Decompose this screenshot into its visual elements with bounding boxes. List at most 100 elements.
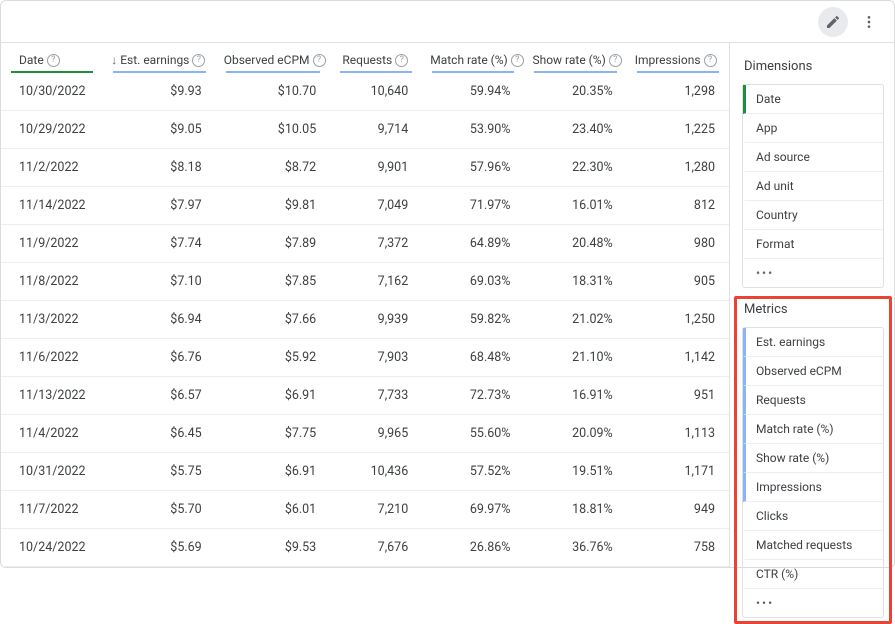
cell-date: 11/3/2022	[1, 301, 103, 339]
column-label: Requests	[342, 53, 392, 67]
cell-req: 7,210	[330, 491, 422, 529]
cell-req: 9,901	[330, 149, 422, 187]
report-table: Date?↓Est. earnings?Observed eCPM?Reques…	[1, 43, 730, 567]
help-icon[interactable]: ?	[511, 54, 524, 67]
cell-req: 7,162	[330, 263, 422, 301]
cell-ecpm: $9.81	[216, 187, 331, 225]
help-icon[interactable]: ?	[609, 54, 622, 67]
help-icon[interactable]: ?	[704, 54, 717, 67]
cell-ecpm: $9.53	[216, 529, 331, 567]
cell-date: 11/4/2022	[1, 415, 103, 453]
metric-item[interactable]: Matched requests	[743, 531, 883, 560]
cell-show: 19.51%	[524, 453, 626, 491]
column-header[interactable]: Requests?	[330, 43, 422, 73]
cell-earn: $7.74	[103, 225, 215, 263]
cell-impr: 1,250	[627, 301, 729, 339]
dimension-item[interactable]: Ad source	[743, 143, 883, 172]
cell-earn: $6.45	[103, 415, 215, 453]
table-row[interactable]: 11/7/2022$5.70$6.017,21069.97%18.81%949	[1, 491, 729, 529]
cell-date: 11/13/2022	[1, 377, 103, 415]
table-row[interactable]: 11/4/2022$6.45$7.759,96555.60%20.09%1,11…	[1, 415, 729, 453]
table-row[interactable]: 11/14/2022$7.97$9.817,04971.97%16.01%812	[1, 187, 729, 225]
dimension-item[interactable]: Format	[743, 230, 883, 259]
table-row[interactable]: 11/2/2022$8.18$8.729,90157.96%22.30%1,28…	[1, 149, 729, 187]
dimension-item[interactable]: App	[743, 114, 883, 143]
metric-item[interactable]: Match rate (%)	[743, 415, 883, 444]
cell-req: 9,939	[330, 301, 422, 339]
cell-req: 10,640	[330, 73, 422, 111]
column-label: Date	[19, 53, 44, 67]
cell-ecpm: $7.89	[216, 225, 331, 263]
column-header[interactable]: Match rate (%)?	[422, 43, 524, 73]
cell-match: 26.86%	[422, 529, 524, 567]
metric-item[interactable]: Impressions	[743, 473, 883, 502]
metric-item[interactable]: Observed eCPM	[743, 357, 883, 386]
metric-item[interactable]: Clicks	[743, 502, 883, 531]
column-label: Est. earnings	[120, 53, 189, 67]
metrics-heading: Metrics	[744, 302, 884, 317]
table-row[interactable]: 10/30/2022$9.93$10.7010,64059.94%20.35%1…	[1, 73, 729, 111]
sort-arrow-icon: ↓	[111, 53, 117, 67]
cell-show: 36.76%	[524, 529, 626, 567]
column-label: Observed eCPM	[224, 53, 310, 67]
column-header[interactable]: Show rate (%)?	[524, 43, 626, 73]
metric-item[interactable]: Requests	[743, 386, 883, 415]
table-row[interactable]: 10/24/2022$5.69$9.537,67626.86%36.76%758	[1, 529, 729, 567]
metric-item[interactable]: CTR (%)	[743, 560, 883, 589]
column-label: Impressions	[635, 53, 701, 67]
cell-date: 11/8/2022	[1, 263, 103, 301]
cell-impr: 949	[627, 491, 729, 529]
dimension-item[interactable]: Country	[743, 201, 883, 230]
table-row[interactable]: 10/31/2022$5.75$6.9110,43657.52%19.51%1,…	[1, 453, 729, 491]
help-icon[interactable]: ?	[47, 54, 60, 67]
cell-show: 21.10%	[524, 339, 626, 377]
dimensions-list: DateAppAd sourceAd unitCountryFormat•••	[742, 84, 884, 288]
table-row[interactable]: 11/3/2022$6.94$7.669,93959.82%21.02%1,25…	[1, 301, 729, 339]
column-header[interactable]: Observed eCPM?	[216, 43, 331, 73]
dimensions-heading: Dimensions	[744, 59, 884, 74]
table-row[interactable]: 11/8/2022$7.10$7.857,16269.03%18.31%905	[1, 263, 729, 301]
cell-impr: 758	[627, 529, 729, 567]
cell-show: 16.01%	[524, 187, 626, 225]
cell-impr: 951	[627, 377, 729, 415]
cell-date: 10/29/2022	[1, 111, 103, 149]
cell-match: 59.82%	[422, 301, 524, 339]
cell-show: 21.02%	[524, 301, 626, 339]
dimension-more[interactable]: •••	[743, 259, 883, 287]
dimension-item[interactable]: Ad unit	[743, 172, 883, 201]
cell-earn: $5.75	[103, 453, 215, 491]
cell-show: 20.48%	[524, 225, 626, 263]
cell-ecpm: $7.66	[216, 301, 331, 339]
metrics-list: Est. earningsObserved eCPMRequestsMatch …	[742, 327, 884, 618]
more-button[interactable]	[854, 7, 884, 37]
cell-earn: $7.97	[103, 187, 215, 225]
cell-match: 71.97%	[422, 187, 524, 225]
help-icon[interactable]: ?	[192, 54, 205, 67]
cell-date: 11/9/2022	[1, 225, 103, 263]
dimension-item[interactable]: Date	[743, 85, 883, 114]
cell-earn: $6.76	[103, 339, 215, 377]
edit-button[interactable]	[818, 7, 848, 37]
cell-impr: 1,298	[627, 73, 729, 111]
help-icon[interactable]: ?	[395, 54, 408, 67]
metric-more[interactable]: •••	[743, 589, 883, 617]
table-row[interactable]: 11/9/2022$7.74$7.897,37264.89%20.48%980	[1, 225, 729, 263]
cell-date: 10/30/2022	[1, 73, 103, 111]
cell-impr: 905	[627, 263, 729, 301]
help-icon[interactable]: ?	[313, 54, 326, 67]
cell-match: 69.97%	[422, 491, 524, 529]
cell-date: 10/24/2022	[1, 529, 103, 567]
cell-date: 11/14/2022	[1, 187, 103, 225]
table-row[interactable]: 11/6/2022$6.76$5.927,90368.48%21.10%1,14…	[1, 339, 729, 377]
cell-ecpm: $5.92	[216, 339, 331, 377]
metric-item[interactable]: Est. earnings	[743, 328, 883, 357]
metric-item[interactable]: Show rate (%)	[743, 444, 883, 473]
table-row[interactable]: 11/13/2022$6.57$6.917,73372.73%16.91%951	[1, 377, 729, 415]
column-header[interactable]: Impressions?	[627, 43, 729, 73]
cell-impr: 812	[627, 187, 729, 225]
cell-impr: 1,171	[627, 453, 729, 491]
column-header[interactable]: Date?	[1, 43, 103, 73]
column-header[interactable]: ↓Est. earnings?	[103, 43, 215, 73]
table-row[interactable]: 10/29/2022$9.05$10.059,71453.90%23.40%1,…	[1, 111, 729, 149]
cell-show: 18.81%	[524, 491, 626, 529]
